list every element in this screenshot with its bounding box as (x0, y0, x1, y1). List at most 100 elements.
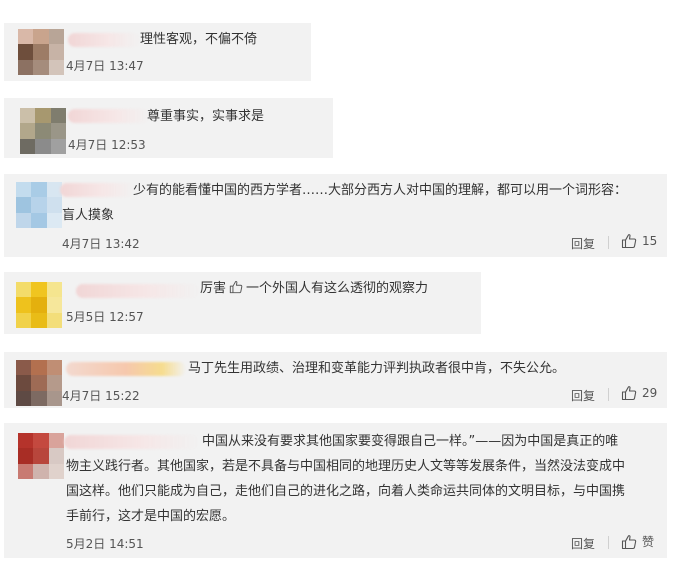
comment-card: 厉害 一个外国人有这么透彻的观察力 5月5日 12:57 (4, 272, 481, 334)
avatar-pixel (46, 197, 62, 213)
like-button[interactable]: 29 (621, 385, 657, 401)
comment-time: 4月7日 12:53 (68, 138, 146, 152)
reply-button[interactable]: 回复 (571, 535, 595, 552)
avatar-pixel (16, 312, 32, 328)
comment-time: 4月7日 13:42 (62, 237, 140, 251)
comment-text-line: 少有的能看懂中国的西方学者……大部分西方人对中国的理解，都可以用一个词形容： (133, 183, 628, 198)
comment-text: 马丁先生用政绩、治理和变革能力评判执政者很中肯，不失公允。 (188, 361, 566, 376)
avatar-pixel (48, 29, 64, 45)
avatar-pixel (46, 360, 62, 376)
avatar-pixel (16, 182, 32, 198)
comment-text: 厉害 一个外国人有这么透彻的观察力 (200, 276, 428, 303)
divider (608, 388, 609, 401)
avatar-pixel (31, 375, 47, 391)
avatar-pixel (31, 197, 47, 213)
avatar-pixel (50, 123, 66, 139)
avatar-pixel (31, 297, 47, 313)
avatar-pixel (16, 360, 32, 376)
avatar-pixel (48, 448, 64, 464)
username-blurred[interactable] (66, 362, 186, 376)
comment-text-part: 厉害 (200, 281, 227, 296)
comment-time: 5月2日 14:51 (66, 537, 144, 551)
avatar-pixel (16, 390, 32, 406)
like-count: 29 (642, 386, 658, 400)
avatar-pixel (31, 312, 47, 328)
avatar-pixel (18, 448, 34, 464)
reply-button[interactable]: 回复 (571, 387, 595, 404)
avatar-pixel (48, 463, 64, 479)
comment-card: 理性客观，不偏不倚 4月7日 13:47 (4, 23, 311, 81)
avatar-pixel (31, 212, 47, 228)
avatar-pixel (33, 433, 49, 449)
comment-text: 尊重事实，实事求是 (147, 109, 265, 124)
avatar[interactable] (16, 282, 62, 328)
username-blurred[interactable] (68, 109, 150, 123)
avatar[interactable] (18, 29, 64, 75)
avatar-pixel (48, 433, 64, 449)
avatar-pixel (33, 463, 49, 479)
avatar-pixel (31, 282, 47, 298)
comment-card: 中国从来没有要求其他国家要变得跟自己一样。”——因为中国是真正的唯 物主义践行者… (4, 423, 667, 558)
avatar-pixel (18, 463, 34, 479)
avatar-pixel (20, 138, 36, 154)
like-label: 赞 (642, 535, 655, 549)
avatar-pixel (46, 282, 62, 298)
avatar-pixel (46, 212, 62, 228)
avatar-pixel (33, 59, 49, 75)
comment-text: 理性客观，不偏不倚 (140, 32, 258, 47)
thumbs-up-icon (621, 233, 637, 249)
avatar-pixel (33, 44, 49, 60)
like-button[interactable]: 15 (621, 233, 657, 249)
avatar[interactable] (16, 182, 62, 228)
avatar-pixel (35, 138, 51, 154)
comment-time: 4月7日 13:47 (66, 59, 144, 73)
avatar-pixel (35, 123, 51, 139)
avatar-pixel (20, 108, 36, 124)
avatar[interactable] (20, 108, 66, 154)
avatar-pixel (16, 375, 32, 391)
thumbs-up-icon (621, 534, 637, 550)
comment-text-line: 物主义践行者。其他国家，若是不具备与中国相同的地理历史人文等等发展条件，当然没法… (66, 459, 626, 474)
avatar-pixel (18, 59, 34, 75)
comment-text-line: 中国从来没有要求其他国家要变得跟自己一样。”——因为中国是真正的唯 (202, 434, 619, 449)
divider (608, 536, 609, 549)
thumbs-up-icon (621, 385, 637, 401)
avatar-pixel (20, 123, 36, 139)
avatar[interactable] (16, 360, 62, 406)
comment-text-line: 盲人摸象 (62, 208, 115, 223)
avatar-pixel (33, 448, 49, 464)
divider (608, 236, 609, 249)
avatar-pixel (33, 29, 49, 45)
comment-card: 尊重事实，实事求是 4月7日 12:53 (4, 98, 333, 158)
avatar-pixel (46, 390, 62, 406)
avatar-pixel (18, 433, 34, 449)
avatar-pixel (46, 375, 62, 391)
avatar-pixel (48, 59, 64, 75)
comment-card: 少有的能看懂中国的西方学者……大部分西方人对中国的理解，都可以用一个词形容： 盲… (4, 174, 667, 257)
avatar-pixel (48, 44, 64, 60)
like-button[interactable]: 赞 (621, 533, 654, 550)
avatar-pixel (35, 108, 51, 124)
username-blurred[interactable] (64, 435, 200, 449)
reply-button[interactable]: 回复 (571, 235, 595, 252)
comment-text-line: 手前行，这才是中国的宏愿。 (66, 509, 236, 524)
username-blurred[interactable] (68, 33, 140, 47)
comment-time: 4月7日 15:22 (62, 389, 140, 403)
avatar-pixel (46, 297, 62, 313)
comment-text-part: 一个外国人有这么透彻的观察力 (246, 281, 429, 296)
avatar-pixel (50, 108, 66, 124)
username-blurred[interactable] (60, 183, 134, 197)
avatar-pixel (16, 197, 32, 213)
username-blurred[interactable] (76, 284, 200, 298)
comment-card: 马丁先生用政绩、治理和变革能力评判执政者很中肯，不失公允。 4月7日 15:22… (4, 352, 667, 408)
comment-text-line: 国这样。他们只能成为自己，走他们自己的进化之路，向着人类命运共同体的文明目标，与… (66, 484, 626, 499)
like-count: 15 (642, 234, 658, 248)
avatar-pixel (16, 212, 32, 228)
avatar-pixel (16, 297, 32, 313)
avatar[interactable] (18, 433, 64, 479)
thumbs-up-icon (229, 278, 243, 303)
avatar-pixel (18, 44, 34, 60)
avatar-pixel (50, 138, 66, 154)
avatar-pixel (31, 390, 47, 406)
avatar-pixel (16, 282, 32, 298)
